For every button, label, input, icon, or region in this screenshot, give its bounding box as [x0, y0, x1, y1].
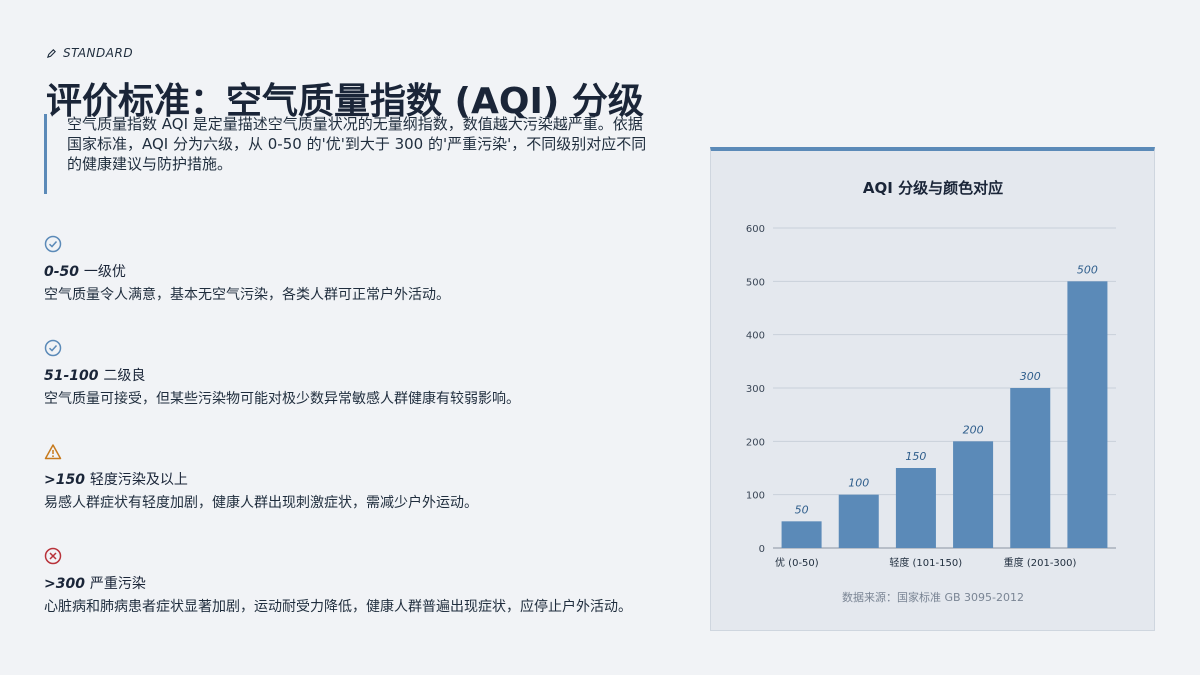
level-name: 轻度污染及以上 [89, 472, 188, 488]
y-tick-label: 600 [746, 224, 765, 235]
eyebrow-label: STANDARD [63, 46, 134, 60]
check-circle-icon [44, 339, 62, 357]
x-circle-icon [44, 547, 62, 565]
x-tick-label: 重度 (201-300) [1004, 556, 1077, 569]
bar-value-label: 100 [848, 477, 869, 490]
level-desc: 空气质量令人满意，基本无空气污染，各类人群可正常户外活动。 [44, 287, 450, 303]
chart-source: 数据来源：国家标准 GB 3095-2012 [842, 590, 1024, 604]
chart-bar [781, 521, 822, 548]
level-desc: 易感人群症状有轻度加剧，健康人群出现刺激症状，需减少户外运动。 [44, 495, 478, 511]
bar-value-label: 150 [905, 450, 926, 463]
chart-bar [838, 494, 879, 548]
bar-value-label: 50 [795, 503, 809, 516]
level-range: 51-100 [44, 368, 99, 384]
chart-title: AQI 分级与颜色对应 [863, 179, 1003, 197]
y-tick-label: 0 [759, 544, 765, 555]
warning-triangle-icon [44, 444, 62, 460]
level-range: 0-50 [44, 264, 80, 280]
eyebrow: STANDARD [46, 46, 133, 60]
x-tick-label: 轻度 (101-150) [889, 556, 962, 569]
level-item: 0-50 一级优 空气质量令人满意，基本无空气污染，各类人群可正常户外活动。 [44, 235, 704, 304]
level-name: 二级良 [103, 368, 146, 384]
check-circle-icon [44, 235, 62, 253]
bar-value-label: 200 [963, 423, 984, 436]
y-tick-label: 500 [746, 277, 765, 288]
chart-card: AQI 分级与颜色对应 0 100 200 300 400 500 600 50 100 150… [710, 147, 1155, 631]
level-range: >300 [44, 576, 85, 592]
level-item: >150 轻度污染及以上 易感人群症状有轻度加剧，健康人群出现刺激症状，需减少户… [44, 443, 704, 512]
level-range: >150 [44, 472, 85, 488]
pencil-icon [46, 48, 56, 58]
level-name: 严重污染 [89, 576, 146, 592]
y-tick-label: 100 [746, 491, 765, 502]
level-item: >300 严重污染 心脏病和肺病患者症状显著加剧，运动耐受力降低，健康人群普遍出… [44, 547, 704, 616]
intro-text: 空气质量指数 AQI 是定量描述空气质量状况的无量纲指数，数值越大污染越严重。依… [44, 114, 654, 194]
level-item: 51-100 二级良 空气质量可接受，但某些污染物可能对极少数异常敏感人群健康有… [44, 339, 704, 408]
y-tick-label: 300 [746, 384, 765, 395]
chart-bar [1067, 281, 1108, 548]
level-desc: 空气质量可接受，但某些污染物可能对极少数异常敏感人群健康有较弱影响。 [44, 391, 520, 407]
chart-bar [895, 468, 936, 548]
bar-value-label: 300 [1020, 370, 1041, 383]
x-tick-label: 优 (0-50) [775, 556, 819, 569]
level-name: 一级优 [83, 264, 126, 280]
y-tick-label: 200 [746, 437, 765, 448]
chart-bar [953, 441, 994, 548]
chart-bar [1010, 388, 1051, 548]
level-head: >300 严重污染 [44, 573, 704, 593]
y-tick-label: 400 [746, 331, 765, 342]
level-head: >150 轻度污染及以上 [44, 469, 704, 489]
aqi-bar-chart: AQI 分级与颜色对应 0 100 200 300 400 500 600 50 100 150… [746, 179, 1116, 604]
bar-value-label: 500 [1077, 263, 1098, 276]
level-head: 0-50 一级优 [44, 261, 704, 281]
level-desc: 心脏病和肺病患者症状显著加剧，运动耐受力降低，健康人群普遍出现症状，应停止户外活… [44, 599, 632, 615]
level-head: 51-100 二级良 [44, 365, 704, 385]
